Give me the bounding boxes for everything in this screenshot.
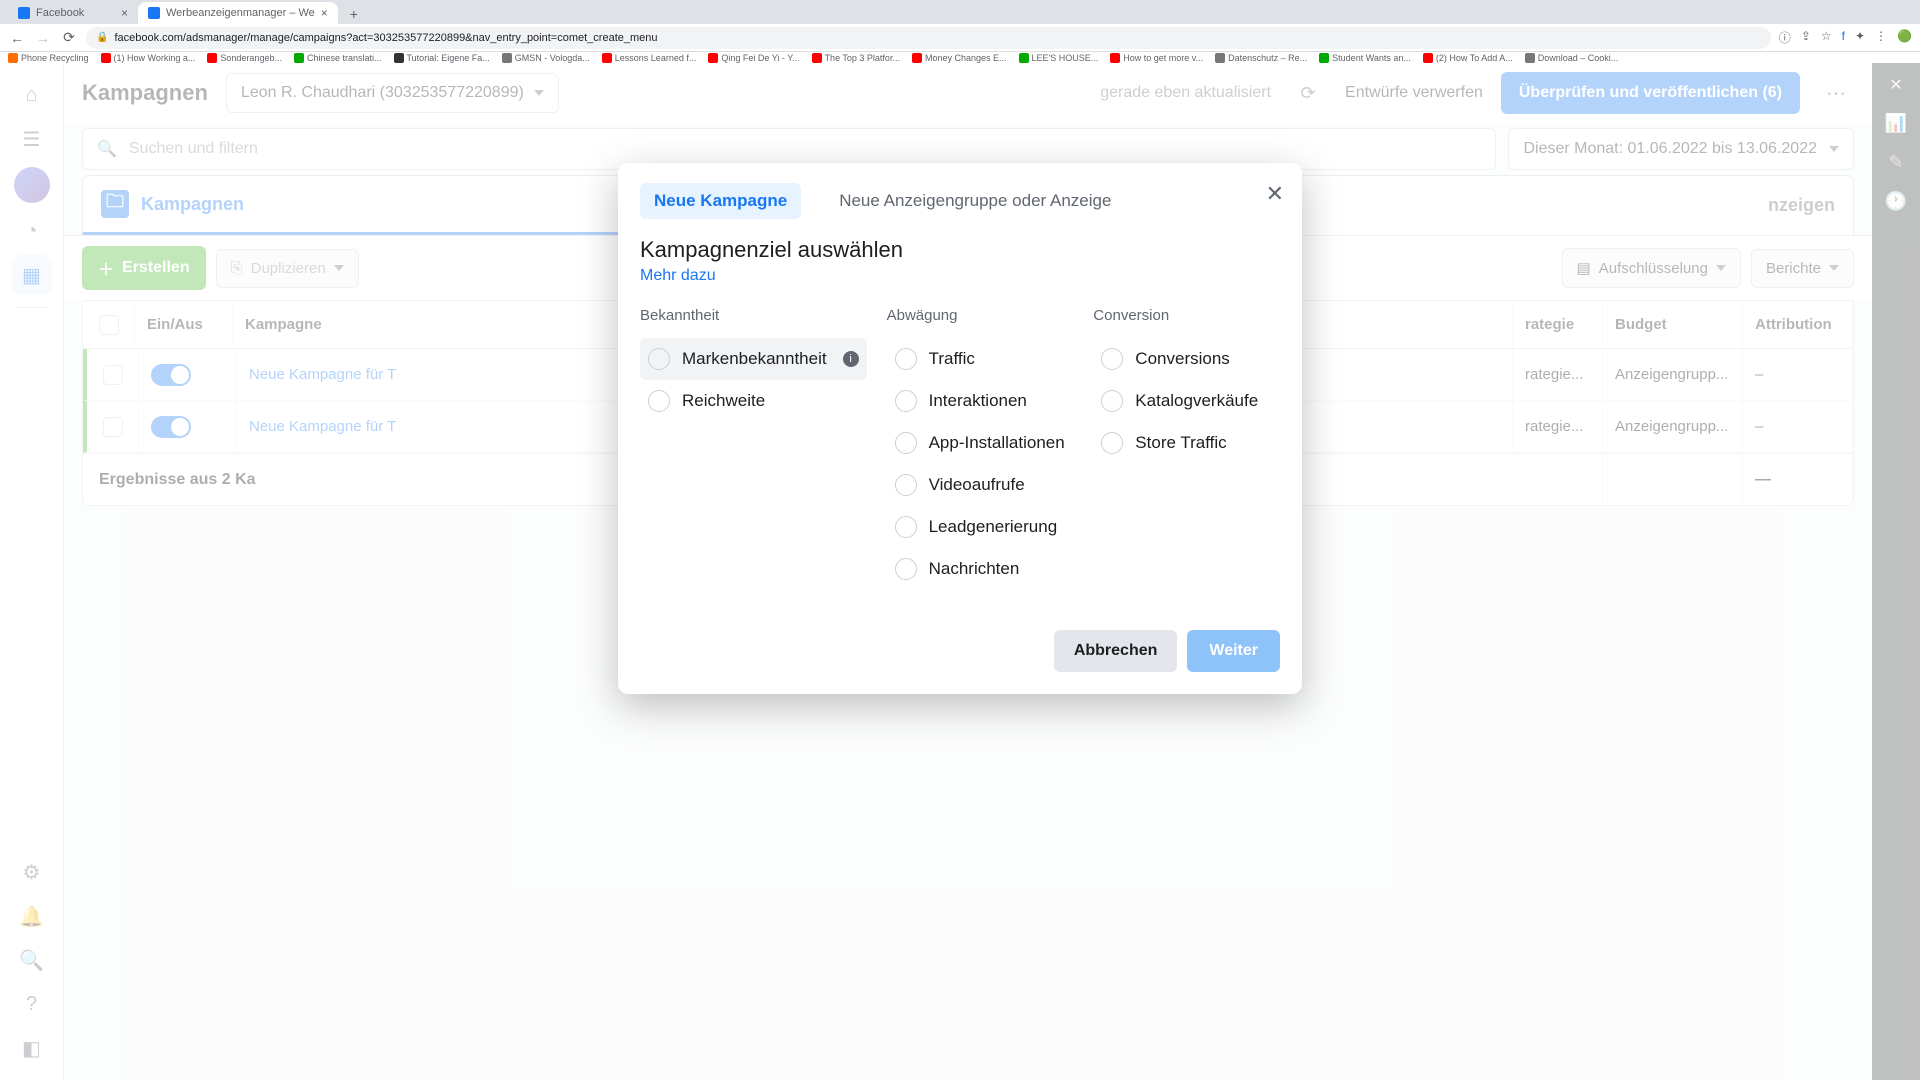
objective-label: Traffic <box>929 349 975 369</box>
modal-title: Kampagnenziel auswählen <box>640 237 1280 263</box>
radio-icon <box>895 390 917 412</box>
radio-icon <box>648 390 670 412</box>
app-container: ⌂ ☰ ◔ ▦ ⚙ 🔔 🔍 ? ◧ Kampagnen Leon R. Chau… <box>0 63 1920 1080</box>
objective-label: Leadgenerierung <box>929 517 1058 537</box>
bookmark-item[interactable]: Chinese translati... <box>294 53 382 63</box>
browser-tab-facebook[interactable]: Facebook × <box>8 2 138 24</box>
back-icon[interactable]: ← <box>8 30 26 46</box>
objective-video-views[interactable]: Videoaufrufe <box>887 464 1074 506</box>
modal-tabs: Neue Kampagne Neue Anzeigengruppe oder A… <box>640 183 1280 219</box>
objective-label: Interaktionen <box>929 391 1027 411</box>
objective-label: Videoaufrufe <box>929 475 1025 495</box>
objective-store-traffic[interactable]: Store Traffic <box>1093 422 1280 464</box>
modal-overlay: ✕ Neue Kampagne Neue Anzeigengruppe oder… <box>0 63 1920 1080</box>
bookmark-item[interactable]: Sonderangeb... <box>207 53 282 63</box>
close-icon[interactable]: ✕ <box>1266 181 1284 207</box>
bookmark-item[interactable]: The Top 3 Platfor... <box>812 53 900 63</box>
bookmark-item[interactable]: (1) How Working a... <box>101 53 196 63</box>
bookmark-item[interactable]: Download – Cooki... <box>1525 53 1619 63</box>
radio-icon <box>895 474 917 496</box>
favicon <box>18 7 30 19</box>
objective-label: Markenbekanntheit <box>682 349 827 369</box>
lock-icon: 🔒 <box>96 32 108 43</box>
objective-traffic[interactable]: Traffic <box>887 338 1074 380</box>
browser-chrome: Facebook × Werbeanzeigenmanager – We × +… <box>0 0 1920 63</box>
column-title: Abwägung <box>887 307 1074 324</box>
bookmark-item[interactable]: Qing Fei De Yi - Y... <box>708 53 799 63</box>
close-icon[interactable]: × <box>321 6 328 20</box>
radio-icon <box>1101 432 1123 454</box>
cancel-button[interactable]: Abbrechen <box>1054 630 1178 672</box>
learn-more-link[interactable]: Mehr dazu <box>640 267 716 285</box>
objective-label: Katalogverkäufe <box>1135 391 1258 411</box>
objective-brand-awareness[interactable]: Markenbekanntheit i <box>640 338 867 380</box>
browser-tab-adsmanager[interactable]: Werbeanzeigenmanager – We × <box>138 2 338 24</box>
bookmark-item[interactable]: GMSN - Vologda... <box>502 53 590 63</box>
objective-messages[interactable]: Nachrichten <box>887 548 1074 590</box>
bookmark-item[interactable]: Datenschutz – Re... <box>1215 53 1307 63</box>
url-field[interactable]: 🔒 facebook.com/adsmanager/manage/campaig… <box>86 27 1771 49</box>
modal-footer: Abbrechen Weiter <box>640 630 1280 672</box>
radio-icon <box>1101 390 1123 412</box>
radio-icon <box>895 432 917 454</box>
info-icon[interactable]: ⓘ <box>1779 29 1791 46</box>
objective-label: Reichweite <box>682 391 765 411</box>
objective-columns: Bekanntheit Markenbekanntheit i Reichwei… <box>640 307 1280 590</box>
radio-icon <box>895 348 917 370</box>
objective-label: Store Traffic <box>1135 433 1226 453</box>
radio-icon <box>895 558 917 580</box>
radio-icon <box>1101 348 1123 370</box>
extension-icon[interactable]: ✦ <box>1855 29 1865 46</box>
tab-title: Werbeanzeigenmanager – We <box>166 7 315 19</box>
facebook-icon[interactable]: f <box>1842 29 1845 46</box>
column-title: Conversion <box>1093 307 1280 324</box>
objective-lead-generation[interactable]: Leadgenerierung <box>887 506 1074 548</box>
tab-new-campaign[interactable]: Neue Kampagne <box>640 183 801 219</box>
url-bar-row: ← → ⟳ 🔒 facebook.com/adsmanager/manage/c… <box>0 24 1920 52</box>
bookmark-item[interactable]: Student Wants an... <box>1319 53 1411 63</box>
objective-label: Conversions <box>1135 349 1230 369</box>
star-icon[interactable]: ☆ <box>1821 29 1832 46</box>
objective-conversions[interactable]: Conversions <box>1093 338 1280 380</box>
url-text: facebook.com/adsmanager/manage/campaigns… <box>114 32 657 44</box>
bookmark-item[interactable]: (2) How To Add A... <box>1423 53 1513 63</box>
column-consideration: Abwägung Traffic Interaktionen App-Insta… <box>887 307 1074 590</box>
forward-icon[interactable]: → <box>34 30 52 46</box>
tab-new-adset[interactable]: Neue Anzeigengruppe oder Anzeige <box>825 183 1125 219</box>
campaign-objective-modal: ✕ Neue Kampagne Neue Anzeigengruppe oder… <box>618 163 1302 694</box>
bookmark-item[interactable]: Tutorial: Eigene Fa... <box>394 53 490 63</box>
tab-bar: Facebook × Werbeanzeigenmanager – We × + <box>0 0 1920 24</box>
profile-avatar-icon[interactable]: 🟢 <box>1897 29 1912 46</box>
bookmark-item[interactable]: Money Changes E... <box>912 53 1007 63</box>
objective-app-installs[interactable]: App-Installationen <box>887 422 1074 464</box>
bookmark-item[interactable]: Lessons Learned f... <box>602 53 697 63</box>
favicon <box>148 7 160 19</box>
bookmark-bar: Phone Recycling (1) How Working a... Son… <box>0 52 1920 63</box>
objective-label: Nachrichten <box>929 559 1020 579</box>
radio-icon <box>648 348 670 370</box>
tab-title: Facebook <box>36 7 84 19</box>
column-conversion: Conversion Conversions Katalogverkäufe S… <box>1093 307 1280 590</box>
share-icon[interactable]: ⇪ <box>1801 29 1811 46</box>
reload-icon[interactable]: ⟳ <box>60 29 78 46</box>
close-icon[interactable]: × <box>121 6 128 20</box>
objective-engagement[interactable]: Interaktionen <box>887 380 1074 422</box>
column-title: Bekanntheit <box>640 307 867 324</box>
column-awareness: Bekanntheit Markenbekanntheit i Reichwei… <box>640 307 867 590</box>
info-icon[interactable]: i <box>843 351 859 367</box>
menu-icon[interactable]: ⋮ <box>1875 29 1887 46</box>
objective-catalog-sales[interactable]: Katalogverkäufe <box>1093 380 1280 422</box>
bookmark-item[interactable]: LEE'S HOUSE... <box>1019 53 1099 63</box>
radio-icon <box>895 516 917 538</box>
objective-label: App-Installationen <box>929 433 1065 453</box>
bookmark-item[interactable]: Phone Recycling <box>8 53 89 63</box>
browser-action-icons: ⓘ ⇪ ☆ f ✦ ⋮ 🟢 <box>1779 29 1912 46</box>
next-button[interactable]: Weiter <box>1187 630 1280 672</box>
objective-reach[interactable]: Reichweite <box>640 380 867 422</box>
bookmark-item[interactable]: How to get more v... <box>1110 53 1203 63</box>
new-tab-button[interactable]: + <box>344 4 364 24</box>
